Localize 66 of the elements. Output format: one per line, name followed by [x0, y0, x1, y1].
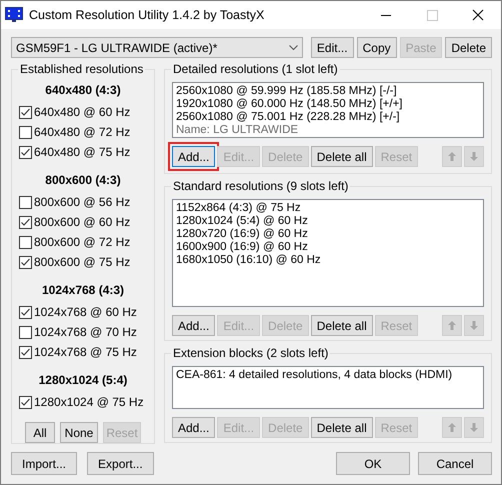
list-item[interactable]: 1600x900 (16:9) @ 60 Hz — [176, 241, 480, 254]
monitor-button[interactable]: Copy — [356, 37, 397, 58]
window-title: Custom Resolution Utility 1.4.2 by ToastyX — [29, 8, 264, 22]
monitor-dropdown[interactable]: GSM59F1 - LG ULTRAWIDE (active)* — [11, 37, 303, 58]
checkbox[interactable] — [19, 106, 32, 118]
checkbox[interactable] — [19, 346, 32, 358]
list-button[interactable]: Delete all — [310, 417, 373, 438]
monitor-button[interactable]: Edit... — [310, 37, 354, 58]
checkbox[interactable] — [19, 126, 32, 138]
checkbox[interactable] — [19, 216, 32, 228]
group-title: Detailed resolutions (1 slot left) — [171, 62, 340, 77]
list-item[interactable]: 1680x1050 (16:10) @ 60 Hz — [176, 254, 480, 267]
monitor-button[interactable]: Delete — [445, 37, 492, 58]
checkbox[interactable] — [19, 306, 32, 318]
list-item[interactable]: 1152x864 (4:3) @ 75 Hz — [176, 202, 480, 215]
down-arrow-icon — [470, 423, 478, 432]
up-arrow-icon — [448, 321, 456, 330]
footer-button[interactable]: Export... — [87, 452, 154, 475]
established-button[interactable]: All — [25, 422, 55, 443]
dialog-button[interactable]: Cancel — [418, 452, 492, 475]
name-entry[interactable]: Name: LG ULTRAWIDE — [176, 124, 480, 137]
checkbox-label[interactable]: 800x600 @ 60 Hz — [34, 215, 130, 229]
checkbox-label[interactable]: 1024x768 @ 75 Hz — [34, 345, 137, 359]
checkbox-label[interactable]: 1024x768 @ 60 Hz — [34, 305, 137, 319]
checkbox[interactable] — [19, 326, 32, 338]
list-box[interactable]: CEA-861: 4 detailed resolutions, 4 data blocks (HDMI) — [172, 366, 484, 409]
dropdown-caret-icon — [288, 44, 298, 50]
down-arrow-icon — [470, 321, 478, 330]
group-heading: 1024x768 (4:3) — [40, 282, 126, 298]
checkbox[interactable] — [19, 256, 32, 268]
checkbox-label[interactable]: 800x600 @ 75 Hz — [34, 255, 130, 269]
dialog-button[interactable]: OK — [336, 452, 410, 475]
checkbox[interactable] — [19, 146, 32, 158]
group-heading: 800x600 (4:3) — [44, 172, 122, 188]
established-button[interactable]: None — [60, 422, 98, 443]
list-item[interactable]: 1920x1080 @ 60.000 Hz (148.50 MHz) [+/+] — [176, 98, 480, 111]
up-arrow-icon — [448, 423, 456, 432]
list-box[interactable]: 2560x1080 @ 59.999 Hz (185.58 MHz) [-/-] 1920x1080 @ 60.000 Hz (148.50 MHz) [+/+] 2560x1080 @ 75.001 Hz (228.28 MHz) [+/-] Name: LG ULTRAWIDE — [172, 82, 484, 138]
list-button[interactable]: Delete all — [310, 315, 373, 336]
checkbox-label[interactable]: 1024x768 @ 70 Hz — [34, 325, 137, 339]
checkbox-label[interactable]: 640x480 @ 72 Hz — [34, 125, 130, 139]
checkbox[interactable] — [19, 236, 32, 248]
group-title: Standard resolutions (9 slots left) — [171, 179, 350, 194]
down-arrow-icon — [470, 152, 478, 161]
checkbox-label[interactable]: 1280x1024 @ 75 Hz — [34, 395, 144, 409]
checkbox[interactable] — [19, 196, 32, 208]
group-heading: 1280x1024 (5:4) — [38, 372, 128, 388]
list-button[interactable]: Add... — [172, 315, 216, 336]
list-item[interactable]: 2560x1080 @ 75.001 Hz (228.28 MHz) [+/-] — [176, 111, 480, 124]
list-item[interactable]: 1280x1024 (5:4) @ 60 Hz — [176, 215, 480, 228]
checkbox[interactable] — [19, 396, 32, 408]
up-arrow-icon — [448, 152, 456, 161]
group-heading: 640x480 (4:3) — [44, 82, 122, 98]
list-item[interactable]: CEA-861: 4 detailed resolutions, 4 data blocks (HDMI) — [176, 369, 480, 382]
list-item[interactable]: 2560x1080 @ 59.999 Hz (185.58 MHz) [-/-] — [176, 85, 480, 98]
monitor-icon — [5, 7, 23, 23]
checkbox-label[interactable]: 800x600 @ 56 Hz — [34, 195, 130, 209]
checkbox-label[interactable]: 640x480 @ 60 Hz — [34, 105, 130, 119]
list-button[interactable]: Add... — [172, 417, 216, 438]
list-item[interactable]: 1280x720 (16:9) @ 60 Hz — [176, 228, 480, 241]
checkbox-label[interactable]: 640x480 @ 75 Hz — [34, 145, 130, 159]
list-button[interactable]: Delete all — [310, 146, 373, 167]
group-title: Extension blocks (2 slots left) — [171, 346, 330, 361]
checkbox-label[interactable]: 800x600 @ 72 Hz — [34, 235, 130, 249]
list-box[interactable]: 1152x864 (4:3) @ 75 Hz 1280x1024 (5:4) @ 60 Hz 1280x720 (16:9) @ 60 Hz 1600x900 (16:9) @ 60 Hz 1680x1050 (16:10) @ 60 Hz — [172, 199, 484, 307]
footer-button[interactable]: Import... — [11, 452, 78, 475]
